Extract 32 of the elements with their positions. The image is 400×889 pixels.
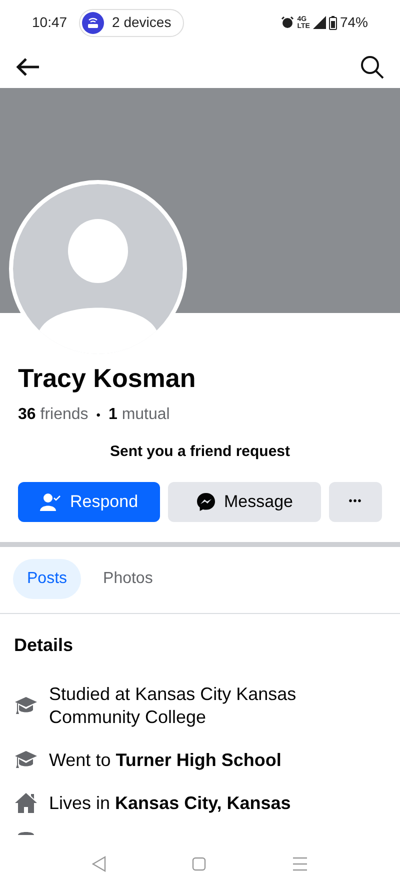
message-button[interactable]: Message	[168, 482, 321, 522]
profile-tab[interactable]: Posts	[13, 558, 82, 598]
detail-text: Studied at Kansas City Kansas Community College	[49, 682, 298, 728]
profile-tab[interactable]: Photos	[89, 558, 167, 598]
separator-dot: •	[96, 407, 100, 424]
nav-home-icon[interactable]	[192, 857, 206, 871]
back-arrow-icon[interactable]	[16, 56, 40, 76]
hotspot-chip[interactable]: 2 devices	[79, 8, 184, 36]
clock-time: 10:47	[32, 13, 68, 32]
nav-menu-icon[interactable]	[292, 857, 308, 871]
more-button[interactable]: •••	[329, 482, 382, 522]
respond-button[interactable]: Respond	[18, 482, 160, 522]
details-heading: Details	[14, 634, 74, 656]
detail-text: Lives in Kansas City, Kansas	[49, 792, 291, 814]
mutual-count[interactable]: 1 mutual	[108, 403, 170, 427]
hotspot-label: 2 devices	[112, 13, 172, 32]
profile-name: Tracy Kosman	[18, 362, 197, 394]
detail-text: Went to Turner High School	[49, 748, 282, 772]
battery-percent: 74%	[340, 13, 368, 32]
friend-request-note: Sent you a friend request	[108, 442, 292, 462]
nav-back-icon[interactable]	[92, 856, 106, 872]
search-icon[interactable]	[360, 54, 384, 78]
graduation-cap-icon	[14, 694, 38, 716]
person-check-icon	[40, 492, 62, 510]
hotspot-icon	[82, 12, 104, 34]
battery-icon	[328, 16, 337, 30]
graduation-cap-icon	[14, 749, 38, 771]
friends-count[interactable]: 36 friends	[18, 403, 88, 427]
messenger-icon	[196, 492, 216, 512]
house-icon	[14, 792, 38, 814]
alarm-icon	[281, 16, 294, 29]
signal-icon	[312, 16, 326, 29]
